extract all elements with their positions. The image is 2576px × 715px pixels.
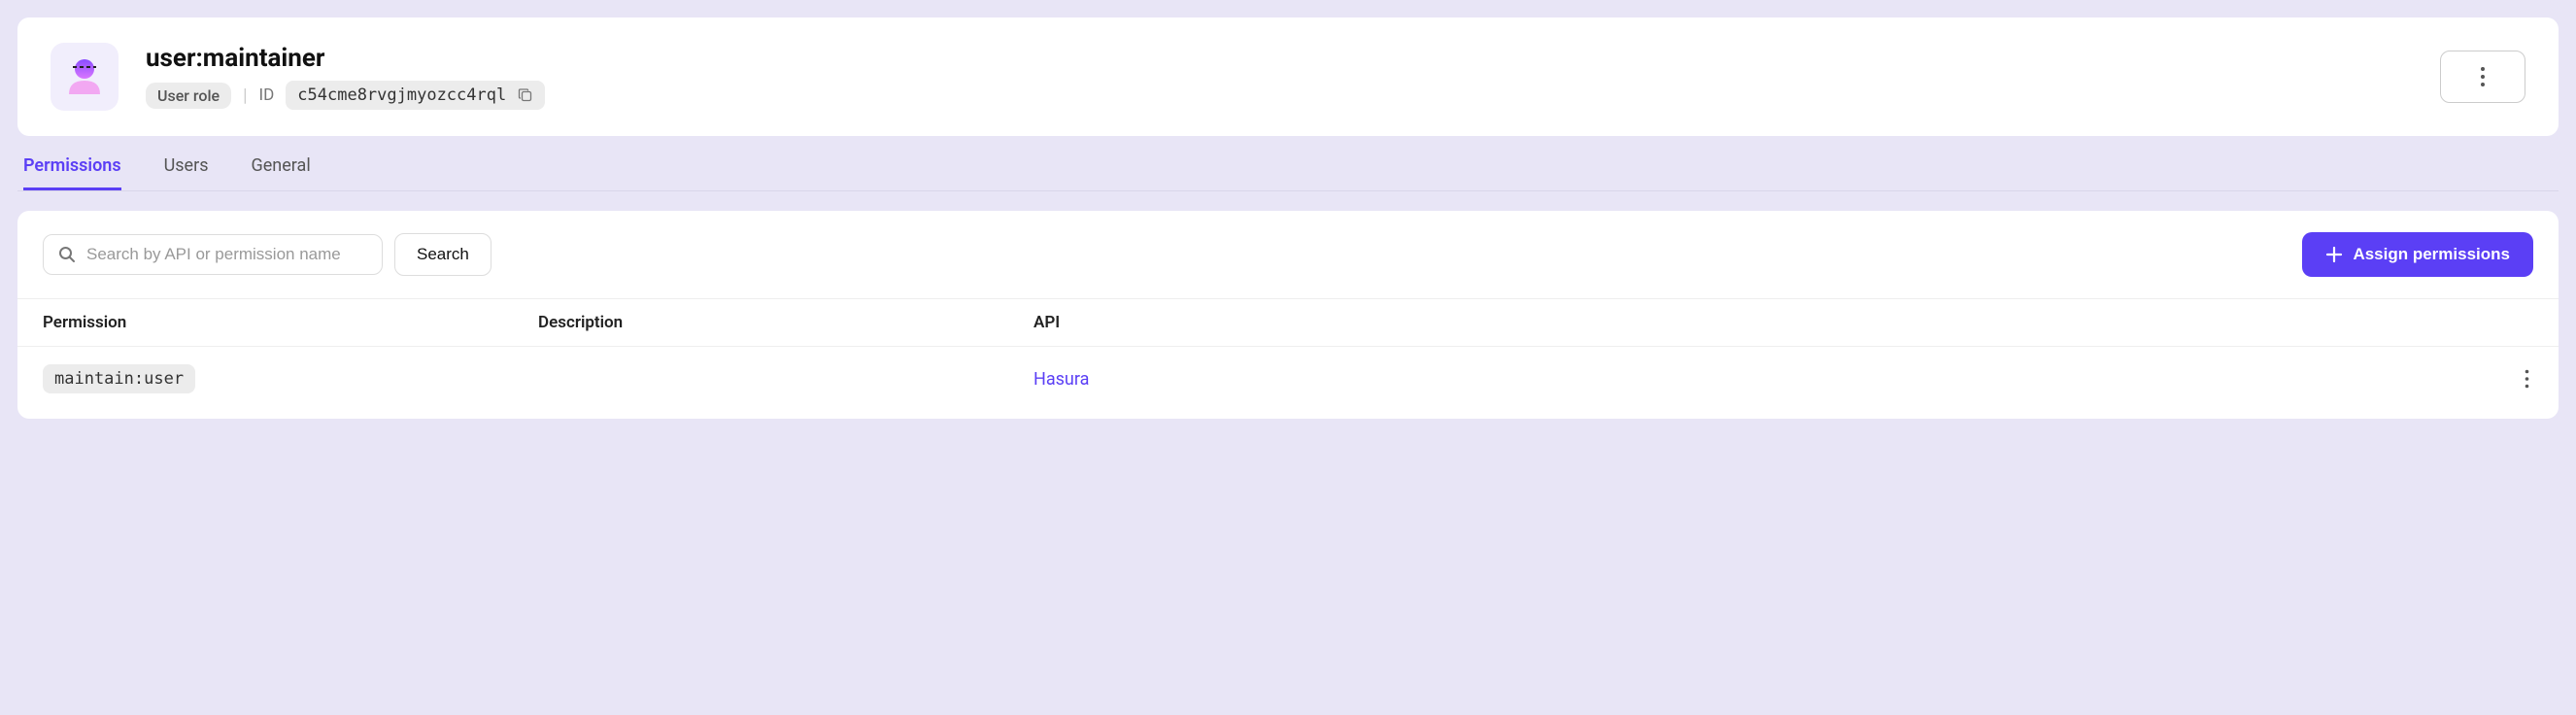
divider: | <box>243 85 247 106</box>
tab-permissions[interactable]: Permissions <box>23 155 121 190</box>
assign-permissions-button[interactable]: Assign permissions <box>2302 232 2533 277</box>
toolbar: Search Assign permissions <box>17 232 2559 298</box>
title-block: user:maintainer User role | ID c54cme8rv… <box>146 44 545 110</box>
tab-general[interactable]: General <box>252 155 311 190</box>
search-icon <box>57 245 77 264</box>
dots-vertical-icon <box>2525 369 2529 389</box>
api-link[interactable]: Hasura <box>1034 369 1089 390</box>
tabs: Permissions Users General <box>17 136 2559 191</box>
copy-id-button[interactable] <box>518 87 533 103</box>
tab-users[interactable]: Users <box>164 155 209 190</box>
header-more-button[interactable] <box>2440 51 2525 103</box>
meta-row: User role | ID c54cme8rvgjmyozcc4rql <box>146 81 545 110</box>
cell-permission: maintain:user <box>43 364 538 393</box>
cell-actions <box>2475 365 2533 393</box>
user-icon <box>63 55 106 98</box>
header-left: user:maintainer User role | ID c54cme8rv… <box>51 43 545 111</box>
search-box[interactable] <box>43 234 383 275</box>
col-header-api: API <box>1034 313 2475 332</box>
permission-chip: maintain:user <box>43 364 195 393</box>
table-header: Permission Description API <box>17 298 2559 347</box>
col-header-permission: Permission <box>43 313 538 332</box>
page-title: user:maintainer <box>146 44 545 73</box>
toolbar-left: Search <box>43 233 491 276</box>
role-header-card: user:maintainer User role | ID c54cme8rv… <box>17 17 2559 136</box>
col-header-actions <box>2475 313 2533 332</box>
plus-icon <box>2325 246 2343 263</box>
dots-vertical-icon <box>2480 66 2486 87</box>
search-input[interactable] <box>86 245 368 264</box>
copy-icon <box>518 87 533 103</box>
id-label: ID <box>259 85 275 105</box>
id-value: c54cme8rvgjmyozcc4rql <box>297 85 506 105</box>
permissions-panel: Search Assign permissions Permission Des… <box>17 211 2559 419</box>
id-value-box: c54cme8rvgjmyozcc4rql <box>286 81 545 110</box>
search-button[interactable]: Search <box>394 233 491 276</box>
col-header-description: Description <box>538 313 1034 332</box>
cell-api: Hasura <box>1034 369 2475 390</box>
assign-button-label: Assign permissions <box>2353 245 2510 264</box>
role-avatar <box>51 43 119 111</box>
table-row: maintain:user Hasura <box>17 347 2559 411</box>
row-more-button[interactable] <box>2521 365 2533 392</box>
role-type-badge: User role <box>146 83 231 109</box>
